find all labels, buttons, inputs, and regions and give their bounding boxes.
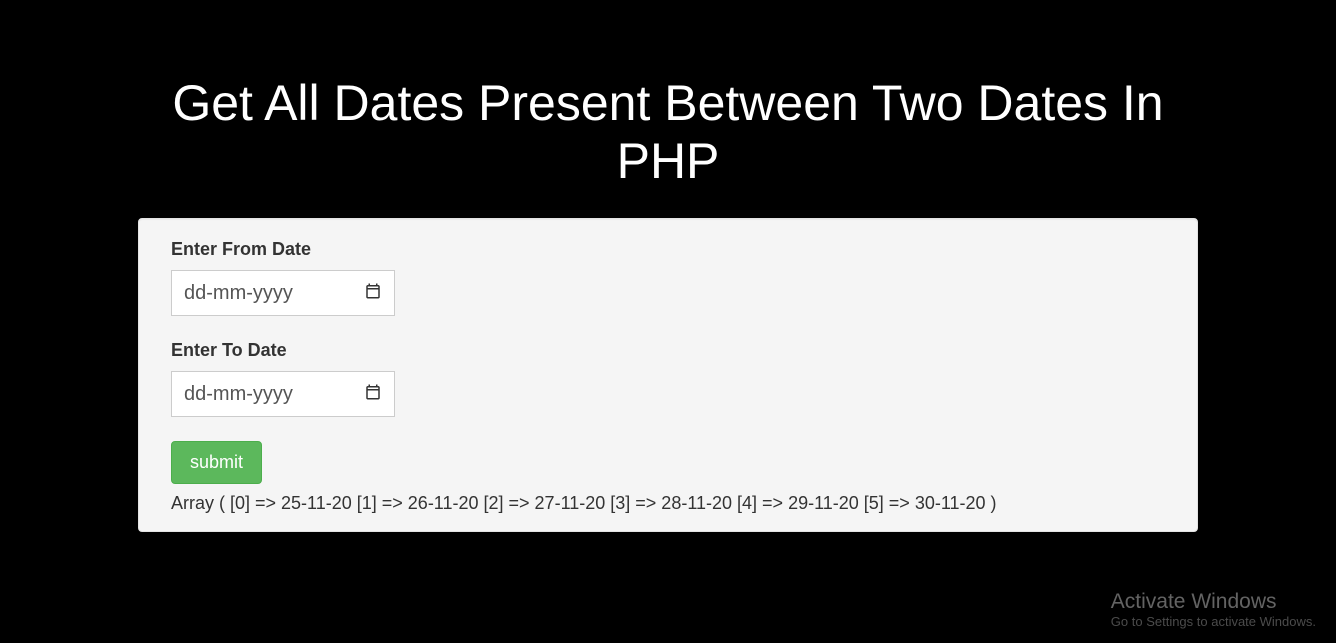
page-title: Get All Dates Present Between Two Dates … [138,75,1198,190]
form-panel: Enter From Date dd-mm-yyyy Enter To Date… [138,218,1198,532]
from-date-label: Enter From Date [171,239,1165,260]
windows-activation-watermark: Activate Windows Go to Settings to activ… [1111,590,1316,629]
to-date-label: Enter To Date [171,340,1165,361]
output-array-text: Array ( [0] => 25-11-20 [1] => 26-11-20 … [171,490,1165,517]
submit-button[interactable]: submit [171,441,262,484]
calendar-icon[interactable] [364,383,382,406]
from-date-placeholder: dd-mm-yyyy [184,282,364,305]
from-date-input[interactable]: dd-mm-yyyy [171,270,395,316]
calendar-icon[interactable] [364,282,382,305]
to-date-group: Enter To Date dd-mm-yyyy [171,340,1165,417]
watermark-title: Activate Windows [1111,590,1316,614]
to-date-input[interactable]: dd-mm-yyyy [171,371,395,417]
from-date-group: Enter From Date dd-mm-yyyy [171,239,1165,316]
watermark-subtitle: Go to Settings to activate Windows. [1111,614,1316,629]
to-date-placeholder: dd-mm-yyyy [184,383,364,406]
